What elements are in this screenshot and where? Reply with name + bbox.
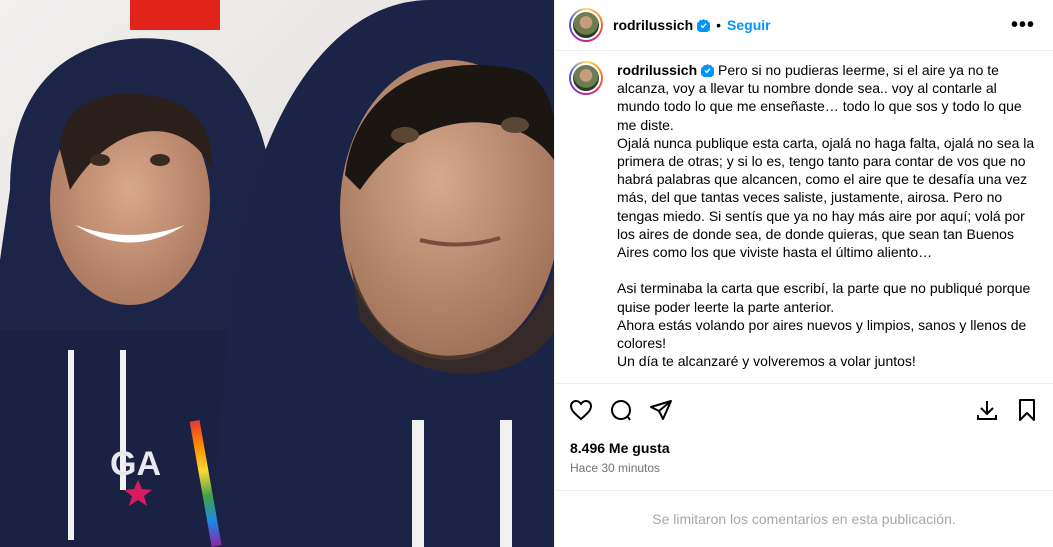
post-sidebar: rodrilussich • Seguir ••• rodrilussich P… bbox=[554, 0, 1053, 547]
save-button[interactable] bbox=[1015, 398, 1039, 422]
separator-dot: • bbox=[716, 17, 722, 33]
post-timestamp[interactable]: Hace 30 minutos bbox=[570, 461, 660, 475]
heart-icon[interactable] bbox=[569, 398, 593, 422]
comments-disabled-notice: Se limitaron los comentarios en esta pub… bbox=[555, 490, 1053, 547]
caption-username[interactable]: rodrilussich bbox=[617, 62, 697, 78]
comment-icon[interactable] bbox=[609, 398, 633, 422]
avatar-image bbox=[571, 10, 601, 40]
action-bar bbox=[555, 383, 1053, 435]
comment-button[interactable] bbox=[609, 398, 633, 422]
share-button[interactable] bbox=[649, 398, 673, 422]
hoodie-print: GA bbox=[110, 445, 161, 483]
download-icon[interactable] bbox=[975, 398, 999, 422]
more-icon[interactable]: ••• bbox=[1011, 14, 1035, 37]
verified-icon bbox=[701, 64, 715, 77]
caption-body: Pero si no pudieras leerme, si el aire y… bbox=[617, 62, 1035, 370]
share-icon[interactable] bbox=[649, 398, 673, 422]
caption-avatar[interactable] bbox=[569, 61, 603, 95]
like-button[interactable] bbox=[569, 398, 593, 422]
likes-count[interactable]: 8.496 Me gusta bbox=[570, 440, 670, 456]
post-photo[interactable]: GA bbox=[0, 0, 554, 547]
caption-block: rodrilussich Pero si no pudieras leerme,… bbox=[555, 51, 1053, 383]
caption-text: rodrilussich Pero si no pudieras leerme,… bbox=[617, 61, 1037, 383]
post-header: rodrilussich • Seguir ••• bbox=[555, 0, 1053, 51]
photo-illustration: GA bbox=[0, 0, 554, 547]
bookmark-icon[interactable] bbox=[1015, 398, 1039, 422]
post-window: GA rodrilussich • Seguir ••• rodrilussic… bbox=[0, 0, 1053, 547]
follow-button[interactable]: Seguir bbox=[727, 17, 771, 33]
avatar-image bbox=[571, 63, 601, 93]
username[interactable]: rodrilussich bbox=[613, 17, 693, 33]
avatar[interactable] bbox=[569, 8, 603, 42]
verified-icon bbox=[697, 18, 711, 32]
download-button[interactable] bbox=[975, 398, 999, 422]
